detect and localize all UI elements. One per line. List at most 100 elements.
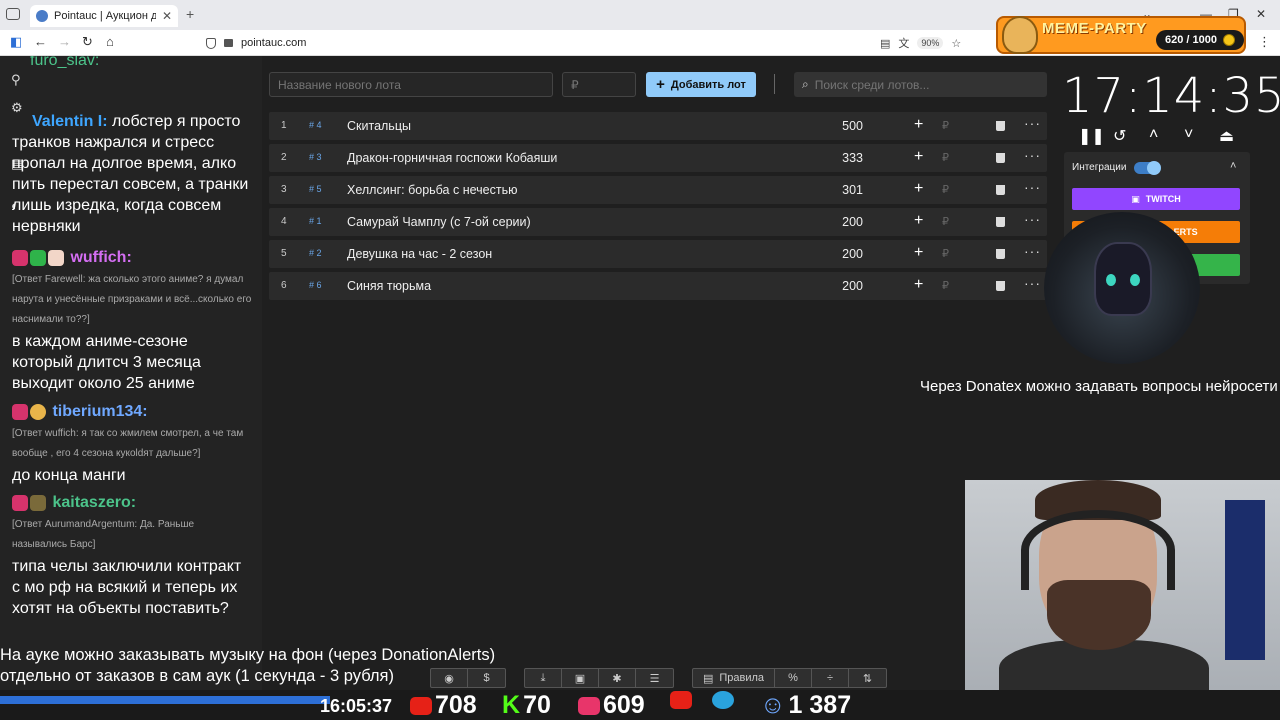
chat-text: в каждом аниме-сезоне который длитсч 3 м… [12, 333, 201, 392]
back-icon[interactable]: ← [34, 34, 47, 49]
auction-app: + Добавить лот ⌕ 1 # 4 Скитальцы 500 + ₽… [262, 56, 1062, 696]
tab-menu-icon[interactable] [6, 8, 20, 20]
lot-id: # 1 [309, 216, 322, 226]
chevron-down-icon[interactable]: ˅ [1184, 126, 1193, 144]
close-window-icon[interactable]: ✕ [1256, 7, 1266, 21]
pin-icon[interactable]: ⚲ [11, 72, 25, 87]
reload-icon[interactable]: ↻ [82, 34, 93, 50]
translate-icon[interactable]: 文 [898, 35, 909, 51]
lot-id: # 3 [309, 152, 322, 162]
download-icon[interactable]: ⤓ [525, 669, 562, 687]
lot-name-input[interactable] [269, 72, 553, 97]
rules-label: Правила [719, 672, 765, 684]
ruble-icon: ₽ [942, 280, 949, 292]
bug-icon[interactable]: ✱ [599, 669, 636, 687]
pause-icon[interactable]: ❚❚ [1078, 126, 1105, 146]
emote-badge-icon [48, 249, 64, 266]
more-icon[interactable]: ··· [1024, 211, 1041, 227]
lot-row[interactable]: 5 # 2 Девушка на час - 2 сезон 200 + ₽ ·… [269, 240, 1047, 268]
add-amount-icon[interactable]: + [914, 180, 923, 198]
chat-nick: Valentin I: [32, 113, 108, 130]
github-icon[interactable]: ◉ [431, 669, 468, 687]
eject-icon[interactable]: ⏏ [1219, 126, 1234, 146]
lot-name: Хеллсинг: борьба с нечестью [347, 183, 518, 197]
live-badge-icon [12, 494, 28, 511]
menu-icon[interactable]: ⋮ [1258, 34, 1271, 50]
rules-button[interactable]: ▤ Правила [693, 669, 775, 687]
lot-row[interactable]: 3 # 5 Хеллсинг: борьба с нечестью 301 + … [269, 176, 1047, 204]
lot-price-input[interactable] [562, 72, 636, 97]
zoom-level[interactable]: 90% [917, 37, 944, 49]
add-amount-icon[interactable]: + [914, 244, 923, 262]
chat-header: kaitaszero: [12, 492, 262, 513]
add-amount-icon[interactable]: + [914, 148, 923, 166]
lot-id: # 6 [309, 280, 322, 290]
chat-nick: wuffich: [70, 249, 132, 266]
add-lot-button[interactable]: + Добавить лот [646, 72, 756, 97]
more-icon[interactable]: ··· [1024, 147, 1041, 163]
stream-chat-overlay: furo_slav: ⚲ ⚙ ▤ ◐ Valentin I: лобстер я… [0, 56, 262, 696]
sub-badge-icon [30, 249, 46, 266]
clear-icon[interactable]: ☰ [636, 669, 673, 687]
delete-icon[interactable] [996, 217, 1005, 227]
add-amount-icon[interactable]: + [914, 212, 923, 230]
ruble-icon: ₽ [942, 184, 949, 196]
delete-icon[interactable] [996, 121, 1005, 131]
chat-text: до конца манги [12, 467, 126, 484]
webcam-feed [965, 480, 1280, 696]
sidebar-icon[interactable]: ◧ [10, 34, 22, 50]
chat-text: типа челы заключили контракт с мо рф на … [12, 558, 242, 617]
delete-icon[interactable] [996, 153, 1005, 163]
chat-nick: tiberium134: [52, 403, 148, 420]
home-icon[interactable]: ⌂ [106, 34, 114, 49]
youtube-icon [670, 691, 692, 709]
lot-position: 5 [281, 248, 287, 259]
collapse-icon[interactable]: ˄ [1230, 160, 1236, 172]
split-icon[interactable]: ÷ [812, 669, 849, 687]
integrations-toggle[interactable] [1134, 161, 1161, 175]
bookmark-icon[interactable]: ☆ [951, 37, 961, 50]
delete-icon[interactable] [996, 249, 1005, 259]
add-amount-icon[interactable]: + [914, 276, 923, 294]
browser-tab[interactable]: Pointauc | Аукцион для стрима ✕ [30, 5, 178, 27]
add-amount-icon[interactable]: + [914, 116, 923, 134]
lot-row[interactable]: 6 # 6 Синяя тюрьма 200 + ₽ ··· [269, 272, 1047, 300]
more-icon[interactable]: ··· [1024, 179, 1041, 195]
sort-icon[interactable]: ⇅ [849, 669, 886, 687]
lot-search[interactable]: ⌕ [794, 72, 1047, 97]
forward-icon[interactable]: → [58, 34, 71, 49]
lot-amount: 200 [842, 215, 863, 229]
add-lot-label: Добавить лот [670, 78, 746, 91]
avatar-eye [1106, 274, 1116, 286]
search-input[interactable] [814, 77, 1035, 92]
chat-reply: [Ответ Farewell: жа сколько этого аниме?… [12, 274, 252, 325]
lot-row[interactable]: 4 # 1 Самурай Чамплу (с 7-ой серии) 200 … [269, 208, 1047, 236]
new-tab-icon[interactable]: + [186, 6, 194, 22]
kick-icon: K [502, 691, 521, 719]
rules-icon: ▤ [702, 672, 714, 685]
delete-icon[interactable] [996, 185, 1005, 195]
more-icon[interactable]: ··· [1024, 243, 1041, 259]
lot-row[interactable]: 2 # 3 Дракон-горничная госпожи Кобаяши 3… [269, 144, 1047, 172]
reset-icon[interactable]: ↺ [1113, 126, 1126, 146]
close-tab-icon[interactable]: ✕ [162, 9, 172, 23]
percent-icon[interactable]: % [775, 669, 812, 687]
twitch-button[interactable]: ▣ TWITCH [1072, 188, 1240, 210]
vtuber-avatar [1044, 212, 1200, 364]
ruble-icon: ₽ [942, 248, 949, 260]
lot-row[interactable]: 1 # 4 Скитальцы 500 + ₽ ··· [269, 112, 1047, 140]
streamer-beard [1047, 580, 1151, 650]
toolbar-settings: ▤ Правила % ÷ ⇅ [692, 668, 887, 688]
chevron-up-icon[interactable]: ˄ [1149, 126, 1158, 144]
doge-icon [1002, 16, 1038, 54]
stream-clock: 16:05:37 [320, 696, 393, 716]
more-icon[interactable]: ··· [1024, 115, 1041, 131]
delete-icon[interactable] [996, 281, 1005, 291]
reader-icon[interactable]: ▤ [880, 37, 890, 50]
more-icon[interactable]: ··· [1024, 275, 1041, 291]
lot-name: Дракон-горничная госпожи Кобаяши [347, 151, 558, 165]
dollar-icon[interactable]: $ [468, 669, 505, 687]
save-icon[interactable]: ▣ [562, 669, 599, 687]
url-field[interactable]: pointauc.com [200, 33, 970, 53]
emote-badge-icon [30, 494, 46, 511]
